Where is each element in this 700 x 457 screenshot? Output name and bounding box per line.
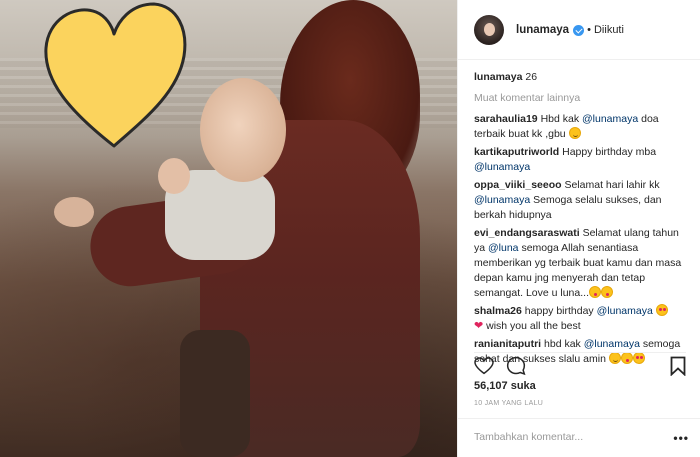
photo-baby-hand-pointing [54,197,94,227]
red-heart-emoji-icon: ❤ [474,320,484,332]
comment-text: happy birthday [524,305,597,317]
comment-text: wish you all the best [483,320,581,332]
comments-list: lunamaya 26 Muat komentar lainnya saraha… [458,60,700,395]
comment-mention[interactable]: @lunamaya [474,161,530,173]
comment-mention[interactable]: @luna [488,242,519,254]
add-comment-field[interactable]: Tambahkan komentar... ••• [458,418,700,457]
bookmark-icon[interactable] [670,356,686,376]
post-timestamp: 10 JAM YANG LALU [474,400,544,407]
photo-baby-head [200,78,286,182]
comment-mention[interactable]: @lunamaya [584,338,640,350]
comment-username[interactable]: shalma26 [474,305,522,317]
comment-item: kartikaputriworld Happy birthday mba @lu… [474,145,684,175]
avatar[interactable] [474,14,504,45]
comment-username[interactable]: ranianitaputri [474,338,541,350]
heart-eyes-emoji-icon [655,304,668,316]
more-options-icon[interactable]: ••• [673,431,689,445]
post-header: lunamaya • Diikuti [458,0,700,60]
comment-item: shalma26 happy birthday @lunamaya ❤ wish… [474,304,684,334]
kiss-emoji-icon [589,286,601,298]
comment-text: Selamat hari lahir kk [564,179,660,191]
comment-text: Happy birthday mba [562,146,657,158]
instagram-post: lunamaya • Diikuti lunamaya 26 Muat kome… [0,0,700,457]
comment-username[interactable]: kartikaputriworld [474,146,559,158]
comment-text: hbd kak [544,338,584,350]
post-side-panel: lunamaya • Diikuti lunamaya 26 Muat kome… [457,0,700,457]
caption: lunamaya 26 [474,70,684,85]
kiss-emoji-icon [601,286,613,298]
heart-sticker-icon [44,2,187,148]
photo-baby-hand [158,158,190,194]
comment-mention[interactable]: @lunamaya [582,113,638,125]
action-bar [474,352,686,376]
comment-item: evi_endangsaraswati Selamat ulang tahun … [474,226,684,301]
comment-username[interactable]: sarahaulia19 [474,113,538,125]
follow-status[interactable]: • Diikuti [587,24,624,36]
header-username[interactable]: lunamaya [516,24,569,36]
likes-count[interactable]: 56,107 suka [474,380,536,392]
comment-text: Hbd kak [540,113,582,125]
caption-text: 26 [525,71,538,83]
post-photo[interactable] [0,0,457,457]
comment-username[interactable]: evi_endangsaraswati [474,227,580,239]
verified-badge-icon [573,25,585,36]
heart-outline-icon[interactable] [474,357,494,375]
smile-emoji-icon [568,127,581,139]
comment-item: oppa_viiki_seeoo Selamat hari lahir kk @… [474,178,684,223]
comment-mention[interactable]: @lunamaya [474,194,530,206]
comment-item: sarahaulia19 Hbd kak @lunamaya doa terba… [474,112,684,142]
comment-mention[interactable]: @lunamaya [597,305,653,317]
photo-legs [180,330,250,457]
load-more-comments-link[interactable]: Muat komentar lainnya [474,91,684,106]
comment-username[interactable]: oppa_viiki_seeoo [474,179,562,191]
caption-username[interactable]: lunamaya [474,71,522,83]
comment-bubble-icon[interactable] [506,356,526,376]
add-comment-placeholder[interactable]: Tambahkan komentar... [474,431,583,443]
